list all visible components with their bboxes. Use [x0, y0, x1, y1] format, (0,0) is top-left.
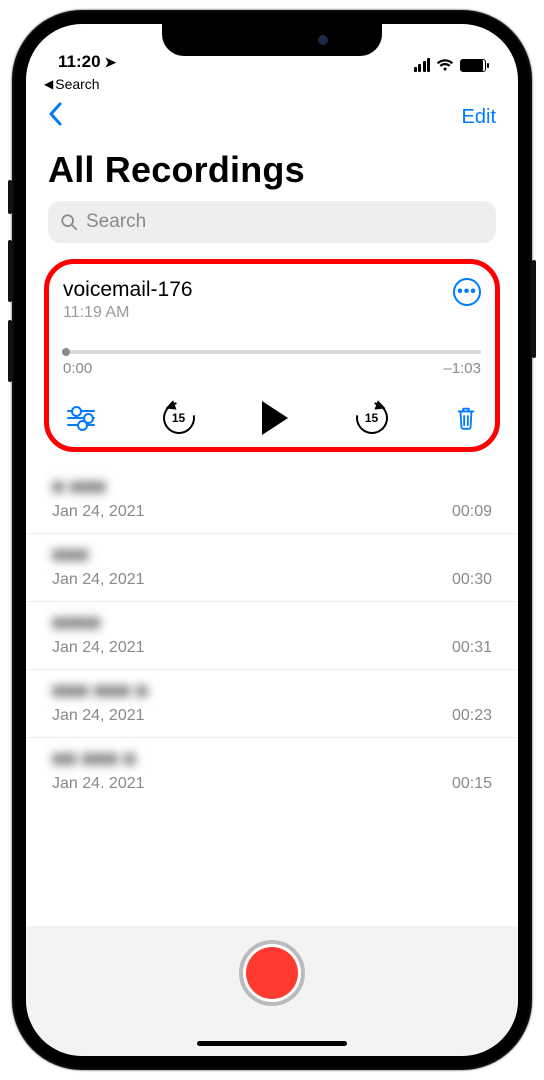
list-item-duration: 00:09 [452, 503, 492, 521]
list-item-duration: 00:15 [452, 775, 492, 793]
selected-recording-card[interactable]: voicemail-176 11:19 AM ••• 0:00 –1:03 [44, 259, 500, 452]
location-icon: ➤ [105, 54, 117, 71]
breadcrumb-label: Search [55, 76, 99, 92]
list-item[interactable]: ■■■ Jan 24, 2021 00:30 [26, 534, 518, 602]
record-icon [246, 947, 298, 999]
ellipsis-icon: ••• [457, 283, 477, 301]
page-title: All Recordings [26, 139, 518, 201]
delete-button[interactable] [455, 405, 477, 431]
power-button [532, 260, 536, 358]
record-button[interactable] [239, 940, 305, 1006]
options-sliders-button[interactable] [67, 410, 95, 426]
chevron-left-icon [48, 102, 64, 126]
recordings-list: ■ ■■■ Jan 24, 2021 00:09 ■■■ Jan 24, 202… [26, 460, 518, 926]
bottom-toolbar [26, 926, 518, 1056]
search-input[interactable]: Search [48, 201, 496, 243]
search-placeholder: Search [86, 211, 146, 233]
cellular-icon [414, 58, 431, 72]
phone-frame: 11:20 ➤ ◀ Search Edit All Recordings Sea… [12, 10, 532, 1070]
volume-down-button [8, 320, 12, 382]
list-item-date: Jan 24. 2021 [52, 775, 145, 793]
list-item-title: ■■ ■■■ ■ [52, 748, 145, 771]
caret-left-icon: ◀ [44, 77, 53, 91]
skip-back-15-button[interactable]: ◀ 15 [162, 401, 196, 435]
list-item[interactable]: ■ ■■■ Jan 24, 2021 00:09 [26, 466, 518, 534]
mute-switch [8, 180, 12, 214]
list-item-title: ■■■ ■■■ ■ [52, 680, 148, 703]
list-item-date: Jan 24, 2021 [52, 707, 148, 725]
list-item-title: ■■■■ [52, 612, 145, 635]
list-item-duration: 00:31 [452, 639, 492, 657]
elapsed-time: 0:00 [63, 360, 92, 377]
list-item[interactable]: ■■■■ Jan 24, 2021 00:31 [26, 602, 518, 670]
home-indicator[interactable] [197, 1041, 347, 1046]
recording-subtitle: 11:19 AM [63, 304, 193, 322]
battery-icon [460, 59, 486, 72]
back-button[interactable] [48, 102, 64, 133]
play-button[interactable] [262, 401, 288, 435]
list-item-title: ■■■ [52, 544, 145, 567]
list-item-date: Jan 24, 2021 [52, 571, 145, 589]
edit-button[interactable]: Edit [462, 106, 496, 129]
list-item-title: ■ ■■■ [52, 476, 145, 499]
playback-scrubber[interactable] [63, 350, 481, 354]
remaining-time: –1:03 [443, 360, 481, 377]
list-item-duration: 00:30 [452, 571, 492, 589]
list-item[interactable]: ■■■ ■■■ ■ Jan 24, 2021 00:23 [26, 670, 518, 738]
list-item[interactable]: ■■ ■■■ ■ Jan 24. 2021 00:15 [26, 738, 518, 805]
recording-title: voicemail-176 [63, 278, 193, 302]
list-item-date: Jan 24, 2021 [52, 503, 145, 521]
breadcrumb-back[interactable]: ◀ Search [26, 74, 518, 92]
list-item-duration: 00:23 [452, 707, 492, 725]
skip-forward-15-button[interactable]: ◀ 15 [355, 401, 389, 435]
more-options-button[interactable]: ••• [453, 278, 481, 306]
notch [162, 24, 382, 56]
status-time: 11:20 [58, 52, 101, 72]
wifi-icon [436, 58, 454, 72]
list-item-date: Jan 24, 2021 [52, 639, 145, 657]
search-icon [60, 213, 78, 231]
volume-up-button [8, 240, 12, 302]
scrubber-handle[interactable] [62, 348, 70, 356]
